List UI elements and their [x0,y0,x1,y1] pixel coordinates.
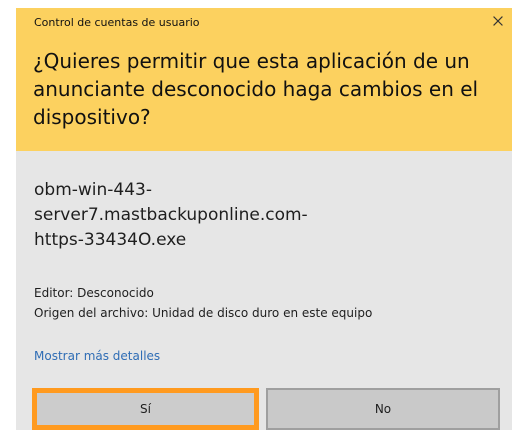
question-line-1: ¿Quieres permitir que esta aplicación de… [33,49,470,73]
program-name-line-1: obm-win-443- [34,180,153,200]
program-name-line-2: server7.mastbackuponline.com- [34,205,308,225]
window-title: Control de cuentas de usuario [34,16,200,29]
close-button[interactable] [488,11,508,31]
yes-button-label: Sí [140,402,151,416]
permission-question: ¿Quieres permitir que esta aplicación de… [33,47,495,131]
yes-button[interactable]: Sí [32,388,259,430]
show-more-details-link[interactable]: Mostrar más detalles [34,348,160,364]
uac-dialog: Control de cuentas de usuario ¿Quieres p… [16,8,512,430]
dialog-header: Control de cuentas de usuario ¿Quieres p… [16,8,512,151]
question-line-3: dispositivo? [33,105,151,129]
file-origin-text: Origen del archivo: Unidad de disco duro… [34,306,373,320]
close-icon [493,16,503,26]
question-line-2: anunciante desconocido haga cambios en e… [33,77,479,101]
no-button[interactable]: No [266,388,500,430]
program-name: obm-win-443- server7.mastbackuponline.co… [34,178,334,253]
publisher-text: Editor: Desconocido [34,286,154,300]
program-info: Editor: Desconocido Origen del archivo: … [34,283,494,323]
no-button-label: No [374,402,392,416]
program-name-line-3: https-33434O.exe [34,230,187,250]
